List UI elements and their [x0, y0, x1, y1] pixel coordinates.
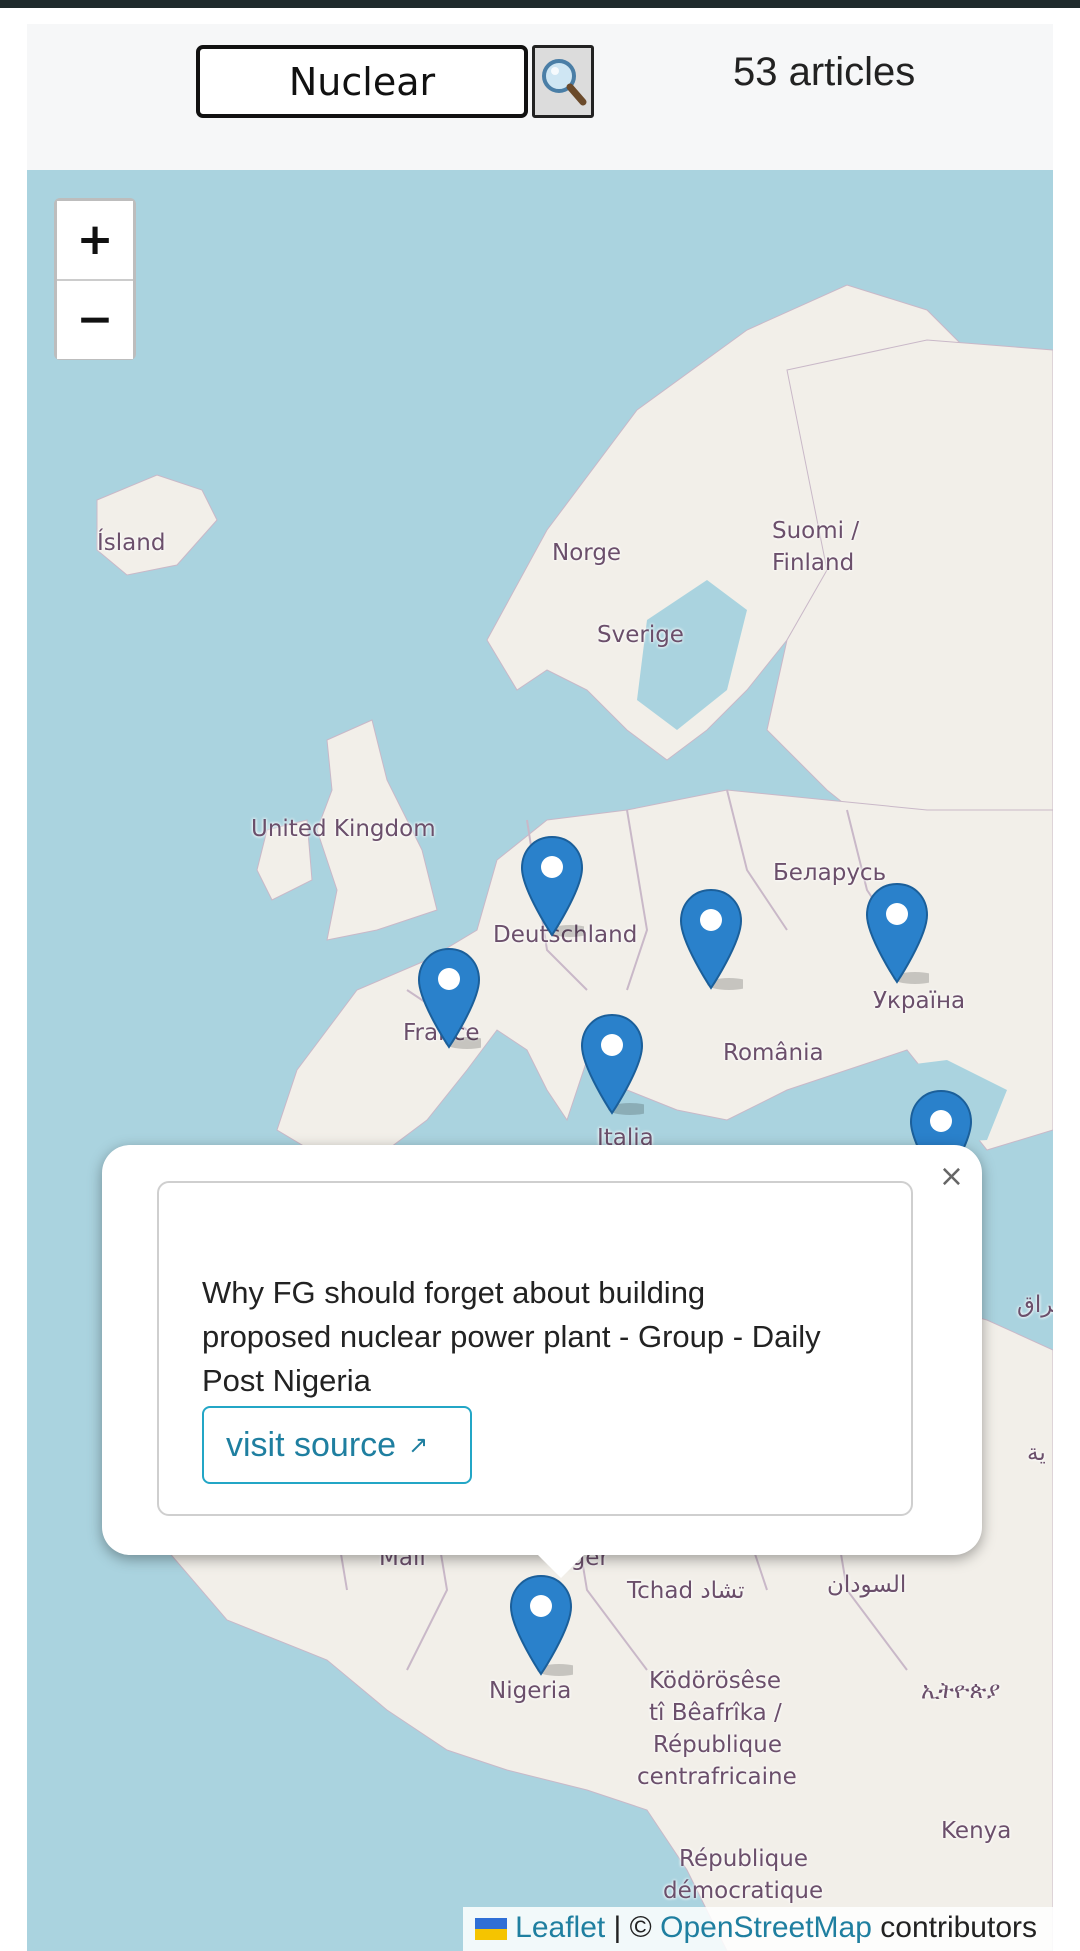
- map-label-sverige: Sverige: [597, 622, 684, 648]
- external-link-icon: ↗: [408, 1431, 429, 1459]
- map-label-ukraina: Україна: [873, 988, 966, 1014]
- zoom-in-button[interactable]: +: [57, 201, 133, 279]
- map-label-uk: United Kingdom: [251, 816, 436, 842]
- map-label-norge: Norge: [552, 540, 622, 566]
- map-label-suomi: Suomi /: [772, 518, 860, 544]
- map-marker[interactable]: [865, 882, 929, 984]
- openstreetmap-link[interactable]: OpenStreetMap: [660, 1911, 872, 1944]
- ukraine-flag-icon: [475, 1918, 508, 1941]
- article-count: 53 articles: [733, 50, 916, 94]
- attribution-suffix: contributors: [871, 1911, 1037, 1944]
- popup-tip: [535, 1552, 587, 1578]
- map-label-kenya: Kenya: [941, 1818, 1012, 1844]
- map-label-nigeria: Nigeria: [489, 1678, 572, 1704]
- map-attribution: Leaflet | © OpenStreetMap contributors: [463, 1907, 1053, 1951]
- map[interactable]: Ísland Norge Suomi / Finland Sverige Uni…: [27, 170, 1053, 1951]
- map-marker[interactable]: [417, 947, 481, 1049]
- map-label-car-4: centrafricaine: [637, 1764, 797, 1790]
- map-label-drc-1: République: [679, 1846, 808, 1872]
- close-icon[interactable]: ×: [939, 1159, 964, 1194]
- zoom-control: + −: [54, 198, 136, 360]
- map-marker[interactable]: [520, 835, 584, 937]
- map-label-car-3: République: [653, 1732, 782, 1758]
- map-label-island: Ísland: [97, 530, 166, 556]
- visit-source-label: visit source: [226, 1425, 397, 1464]
- visit-source-link[interactable]: visit source ↗: [202, 1406, 472, 1484]
- map-marker[interactable]: [679, 888, 743, 990]
- zoom-out-button[interactable]: −: [57, 281, 133, 359]
- map-label-car-2: tî Bêafrîka /: [649, 1700, 782, 1726]
- map-label-sudan: السودان: [827, 1572, 907, 1598]
- map-label-iraq: عراق: [1017, 1292, 1053, 1318]
- search-input[interactable]: [196, 45, 528, 118]
- map-marker[interactable]: [580, 1013, 644, 1115]
- map-label-tchad: Tchad تشاد: [627, 1578, 745, 1604]
- attribution-separator: | ©: [605, 1911, 661, 1944]
- map-label-romania: România: [723, 1040, 824, 1066]
- leaflet-link[interactable]: Leaflet: [515, 1911, 605, 1944]
- top-bar: [0, 0, 1080, 8]
- map-label-drc-2: démocratique: [663, 1878, 824, 1904]
- map-label-arabic-east: ية: [1027, 1440, 1046, 1466]
- search-bar: [196, 45, 594, 118]
- map-label-finland: Finland: [772, 550, 855, 576]
- map-label-ethiopia: ኢትዮጵያ: [921, 1678, 1001, 1704]
- article-popup: × Why FG should forget about building pr…: [102, 1145, 982, 1555]
- article-card: Why FG should forget about building prop…: [157, 1181, 913, 1516]
- article-title: Why FG should forget about building prop…: [202, 1275, 821, 1398]
- search-button[interactable]: [532, 45, 594, 118]
- map-label-car-1: Ködörösêse: [649, 1668, 781, 1694]
- search-icon: [542, 59, 587, 106]
- map-marker-selected[interactable]: [509, 1574, 573, 1676]
